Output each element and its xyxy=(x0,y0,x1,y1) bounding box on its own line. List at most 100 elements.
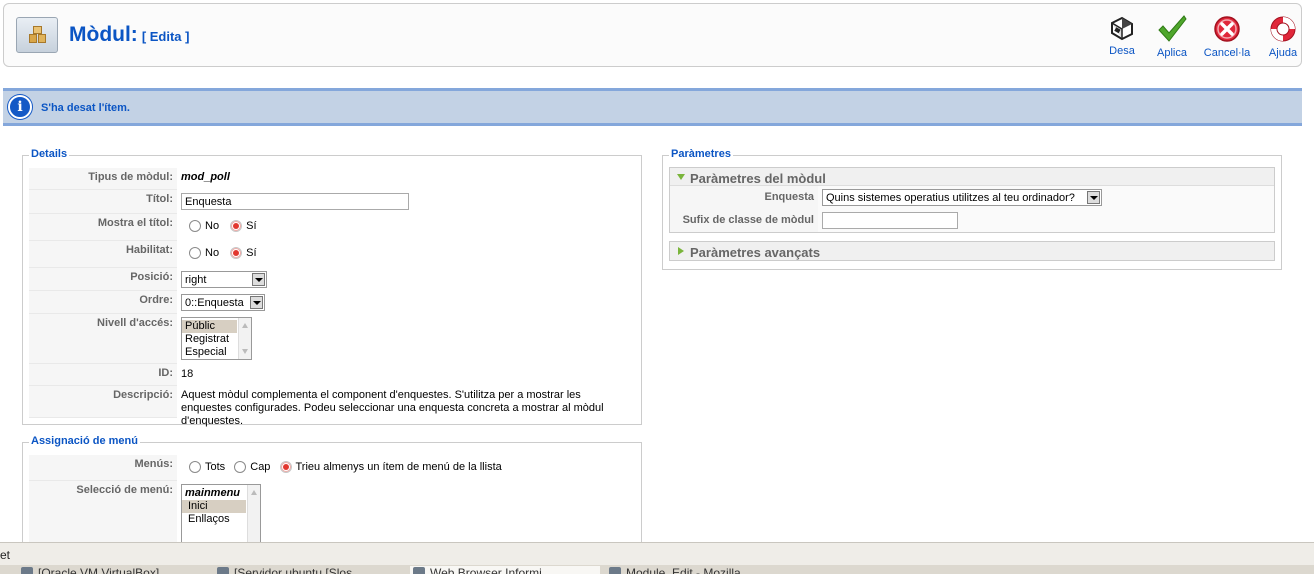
collapsed-arrow-icon xyxy=(678,247,684,255)
chevron-down-icon xyxy=(250,296,263,309)
chevron-down-icon xyxy=(1087,191,1100,204)
position-value: right xyxy=(185,274,207,286)
taskbar-item[interactable]: [Oracle VM VirtualBox] xyxy=(18,566,204,574)
module-type-row: Tipus de mòdul: mod_poll xyxy=(29,168,635,190)
info-icon: i xyxy=(8,95,32,119)
scrollbar[interactable] xyxy=(238,318,251,359)
access-option-public[interactable]: Públic xyxy=(182,320,237,333)
module-type-label: Tipus de mòdul: xyxy=(29,168,177,190)
access-listbox[interactable]: Públic Registrat Especial xyxy=(181,317,252,360)
order-select[interactable]: 0::Enquesta xyxy=(181,294,265,311)
module-params-toggle[interactable]: Paràmetres del mòdul xyxy=(670,168,1274,186)
access-row: Nivell d'accés: Públic Registrat Especia… xyxy=(29,314,635,364)
order-value: 0::Enquesta xyxy=(185,297,244,309)
taskbar-item-label: [Oracle VM VirtualBox] xyxy=(38,566,160,574)
status-bar: et [Oracle VM VirtualBox] [Servidor ubun… xyxy=(0,542,1314,574)
chevron-down-icon xyxy=(252,273,265,286)
show-title-yes-radio[interactable] xyxy=(230,220,243,233)
description-value: Aquest mòdul complementa el component d'… xyxy=(181,389,604,427)
parameters-legend: Paràmetres xyxy=(669,148,733,160)
page-subtitle: [ Edita ] xyxy=(141,29,190,44)
show-title-yes-label: Sí xyxy=(246,220,257,233)
enabled-no-radio[interactable] xyxy=(189,247,201,260)
enabled-label: Habilitat: xyxy=(29,241,177,268)
help-label: Ajuda xyxy=(1268,47,1298,59)
id-label: ID: xyxy=(29,364,177,386)
title-label: Títol: xyxy=(29,190,177,214)
scroll-down-icon xyxy=(242,349,248,354)
menus-row: Menús: Tots Cap Trieu almenys un ítem de… xyxy=(29,455,635,481)
taskbar-item-label: Web Browser Informi xyxy=(430,566,542,574)
access-label: Nivell d'accés: xyxy=(29,314,177,364)
menu-assignment-legend: Assignació de menú xyxy=(29,435,140,447)
menus-all-radio[interactable] xyxy=(189,461,201,474)
menu-item-inici[interactable]: Inici xyxy=(182,500,246,513)
cancel-icon xyxy=(1214,16,1240,42)
menus-all-label: Tots xyxy=(205,461,226,474)
toolbar: Mòdul:[ Edita ] Desa Aplica Cancel·la Aj… xyxy=(3,3,1302,67)
advanced-params-title: Paràmetres avançats xyxy=(690,245,821,260)
taskbar-item[interactable]: [Servidor ubuntu [Slos xyxy=(214,566,404,574)
advanced-params-panel: Paràmetres avançats xyxy=(669,241,1275,261)
poll-value: Quins sistemes operatius utilitzes al te… xyxy=(826,192,1075,204)
poll-label: Enquesta xyxy=(670,186,818,209)
cancel-button[interactable]: Cancel·la xyxy=(1202,15,1252,63)
position-label: Posició: xyxy=(29,268,177,291)
save-icon xyxy=(1111,16,1133,41)
poll-row: Enquesta Quins sistemes operatius utilit… xyxy=(670,186,1274,209)
help-button[interactable]: Ajuda xyxy=(1258,15,1308,63)
id-value: 18 xyxy=(181,368,194,380)
window-icon xyxy=(217,567,229,574)
page-title: Mòdul:[ Edita ] xyxy=(69,23,189,47)
system-message: i S'ha desat l'ítem. xyxy=(3,88,1302,126)
save-label: Desa xyxy=(1109,45,1135,57)
taskbar-item-label: Module_Edit - Mozilla xyxy=(626,566,741,574)
poll-select[interactable]: Quins sistemes operatius utilitzes al te… xyxy=(822,189,1102,206)
taskbar-item-label: [Servidor ubuntu [Slos xyxy=(234,566,353,574)
order-label: Ordre: xyxy=(29,291,177,314)
position-row: Posició: right xyxy=(29,268,635,291)
show-title-label: Mostra el títol: xyxy=(29,214,177,241)
title-row: Títol: xyxy=(29,190,635,214)
scroll-up-icon xyxy=(251,490,257,495)
position-select[interactable]: right xyxy=(181,271,267,288)
show-title-no-radio[interactable] xyxy=(189,220,201,233)
message-text: S'ha desat l'ítem. xyxy=(41,102,130,114)
suffix-input[interactable] xyxy=(822,212,958,229)
menu-assignment-fieldset: Assignació de menú Menús: Tots Cap Trieu… xyxy=(22,435,642,554)
module-params-title: Paràmetres del mòdul xyxy=(690,171,826,186)
menus-none-radio[interactable] xyxy=(234,461,247,474)
enabled-yes-radio[interactable] xyxy=(230,247,243,260)
checkmark-icon xyxy=(1158,15,1187,42)
details-fieldset: Details Tipus de mòdul: mod_poll Títol: … xyxy=(22,148,642,427)
page-title-text: Mòdul: xyxy=(69,23,138,46)
save-button[interactable]: Desa xyxy=(1097,15,1147,63)
lifebuoy-icon xyxy=(1270,16,1296,42)
show-title-no-label: No xyxy=(205,220,220,233)
menus-label: Menús: xyxy=(29,455,177,481)
description-label: Descripció: xyxy=(29,386,177,418)
id-row: ID: 18 xyxy=(29,364,635,386)
apply-button[interactable]: Aplica xyxy=(1147,15,1197,63)
suffix-row: Sufix de classe de mòdul xyxy=(670,209,1274,232)
window-icon xyxy=(21,567,33,574)
taskbar: [Oracle VM VirtualBox] [Servidor ubuntu … xyxy=(0,565,1314,574)
status-text: et xyxy=(0,548,11,562)
title-input[interactable] xyxy=(181,193,409,210)
enabled-no-label: No xyxy=(205,247,220,260)
cancel-label: Cancel·la xyxy=(1203,47,1251,59)
taskbar-item[interactable]: Module_Edit - Mozilla xyxy=(606,566,796,574)
enabled-yes-label: Sí xyxy=(246,247,257,260)
module-type-value: mod_poll xyxy=(181,171,230,183)
description-row: Descripció: Aquest mòdul complementa el … xyxy=(29,386,635,427)
expanded-arrow-icon xyxy=(677,174,685,180)
taskbar-item[interactable]: Web Browser Informi xyxy=(410,566,600,574)
show-title-row: Mostra el títol: No Sí xyxy=(29,214,635,241)
module-params-panel: Paràmetres del mòdul Enquesta Quins sist… xyxy=(669,167,1275,233)
advanced-params-toggle[interactable]: Paràmetres avançats xyxy=(670,242,1274,260)
enabled-row: Habilitat: No Sí xyxy=(29,241,635,268)
suffix-label: Sufix de classe de mòdul xyxy=(670,209,818,232)
apply-label: Aplica xyxy=(1157,47,1187,59)
details-legend: Details xyxy=(29,148,70,160)
menus-select-radio[interactable] xyxy=(279,461,292,474)
